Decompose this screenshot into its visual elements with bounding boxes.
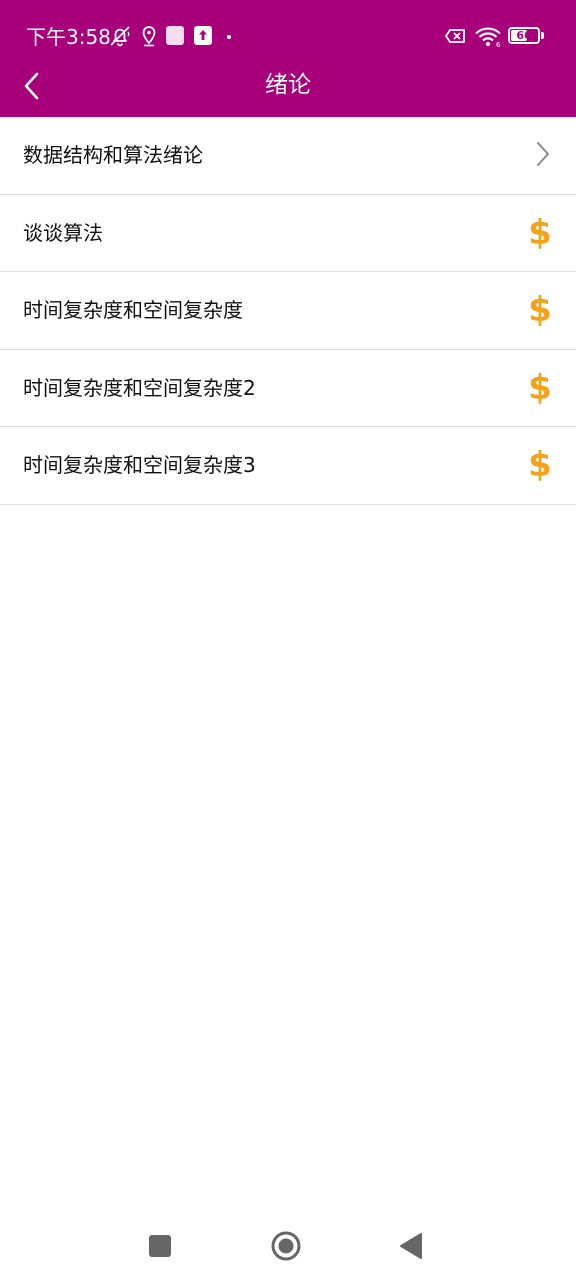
battery-icon: 66 bbox=[508, 27, 540, 44]
chevron-right-icon bbox=[537, 142, 549, 166]
list-item-label: 谈谈算法 bbox=[23, 220, 103, 245]
toolbar: 绪论 bbox=[0, 62, 576, 117]
upload-icon bbox=[194, 26, 212, 45]
status-bar: 下午3:58 6 66 bbox=[0, 0, 576, 70]
list-item[interactable]: 数据结构和算法绪论 bbox=[0, 117, 576, 195]
dollar-glyph: $ bbox=[528, 212, 552, 253]
dollar-icon: $ bbox=[526, 291, 554, 329]
no-sim-icon bbox=[445, 29, 465, 43]
list-item-label: 时间复杂度和空间复杂度 bbox=[23, 298, 243, 322]
list-item[interactable]: 时间复杂度和空间复杂度2 $ bbox=[0, 350, 576, 427]
status-time: 下午3:58 bbox=[26, 25, 111, 49]
battery-level: 66 bbox=[516, 29, 532, 42]
dollar-icon: $ bbox=[526, 446, 554, 484]
back-triangle-icon[interactable] bbox=[398, 1232, 424, 1260]
list-item[interactable]: 时间复杂度和空间复杂度3 $ bbox=[0, 427, 576, 505]
dollar-icon: $ bbox=[526, 214, 554, 252]
wifi-icon: 6 bbox=[475, 27, 501, 48]
dollar-glyph: $ bbox=[528, 290, 552, 330]
more-notifications-dot bbox=[227, 35, 231, 39]
app-notification-icon bbox=[166, 26, 184, 45]
svg-text:6: 6 bbox=[496, 41, 501, 48]
dollar-glyph: $ bbox=[528, 445, 552, 485]
location-icon bbox=[142, 26, 156, 47]
list-item-label: 数据结构和算法绪论 bbox=[23, 143, 203, 167]
list-item[interactable]: 时间复杂度和空间复杂度 $ bbox=[0, 272, 576, 350]
recents-icon[interactable] bbox=[148, 1234, 172, 1258]
list-item-label: 时间复杂度和空间复杂度2 bbox=[23, 375, 256, 400]
list-item[interactable]: 谈谈算法 $ bbox=[0, 195, 576, 272]
dollar-glyph: $ bbox=[528, 367, 552, 408]
home-icon[interactable] bbox=[270, 1230, 302, 1262]
list-item-label: 时间复杂度和空间复杂度3 bbox=[23, 453, 256, 477]
page-title: 绪论 bbox=[265, 72, 311, 98]
chapter-list: 数据结构和算法绪论 谈谈算法 $ 时间复杂度和空间复杂度 $ 时间复杂度和空间复… bbox=[0, 117, 576, 505]
app-screen: 下午3:58 6 66 绪论 数据结构和算法绪论 谈谈算法 $ 时间复杂度和空间… bbox=[0, 0, 576, 1280]
battery-tip bbox=[541, 32, 544, 39]
dollar-icon: $ bbox=[526, 369, 554, 407]
navigation-bar bbox=[0, 1210, 576, 1280]
app-header: 下午3:58 6 66 绪论 bbox=[0, 0, 576, 117]
notifications-off-icon bbox=[110, 26, 130, 47]
